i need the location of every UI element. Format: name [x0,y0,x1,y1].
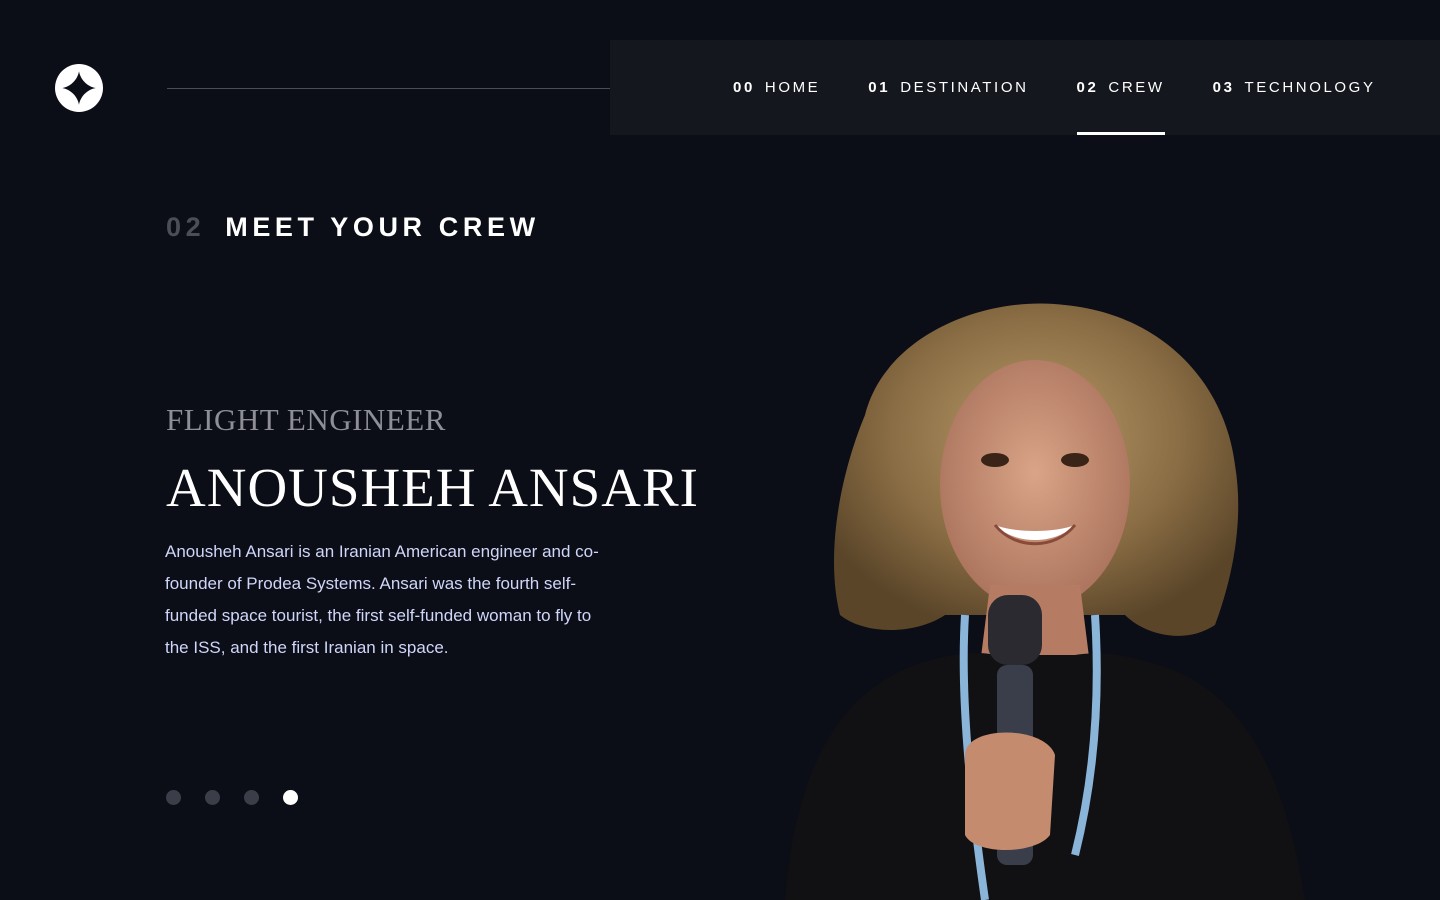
nav-item-label: DESTINATION [900,79,1029,96]
nav-item-number: 02 [1076,79,1099,96]
nav-item-home[interactable]: 00 HOME [733,40,820,135]
slider-dot-4[interactable] [283,790,298,805]
nav-item-label: TECHNOLOGY [1244,79,1376,96]
header-divider [167,88,640,89]
slider-dot-3[interactable] [244,790,259,805]
page-title: 02 MEET YOUR CREW [166,212,540,243]
main-navigation: 00 HOME 01 DESTINATION 02 CREW 03 TECHNO… [610,40,1440,135]
star-logo-icon[interactable] [55,64,103,112]
nav-item-label: CREW [1108,79,1165,96]
crew-name: ANOUSHEH ANSARI [166,457,699,518]
nav-item-number: 01 [868,79,891,96]
crew-role: FLIGHT ENGINEER [166,402,446,437]
slider-dot-1[interactable] [166,790,181,805]
page-title-text: MEET YOUR CREW [225,212,540,242]
nav-item-crew[interactable]: 02 CREW [1076,40,1165,135]
crew-portrait-image [785,303,1305,900]
nav-item-technology[interactable]: 03 TECHNOLOGY [1213,40,1376,135]
nav-item-number: 03 [1212,79,1235,96]
slider-dot-2[interactable] [205,790,220,805]
nav-item-label: HOME [764,79,821,96]
page-title-number: 02 [166,212,206,242]
nav-item-number: 00 [733,79,755,96]
crew-bio: Anousheh Ansari is an Iranian American e… [165,542,599,657]
crew-slider-dots [166,790,298,805]
nav-item-destination[interactable]: 01 DESTINATION [868,40,1028,135]
